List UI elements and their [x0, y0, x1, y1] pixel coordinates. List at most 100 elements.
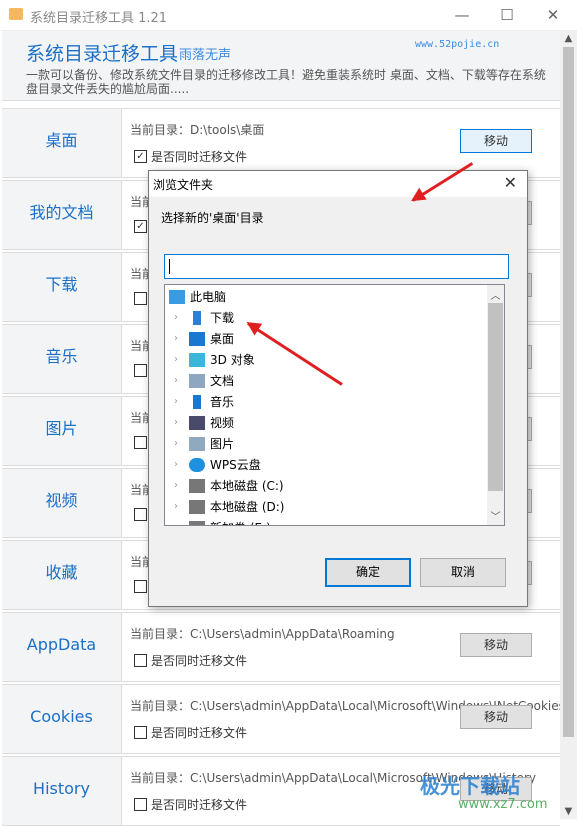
description: 一款可以备份、修改系统文件目录的迁移修改工具！避免重装系统时 桌面、文档、下载等… [26, 68, 546, 96]
document-icon [189, 373, 205, 388]
music-icon [193, 394, 201, 409]
title-bar: 系统目录迁移工具 1.21 — ☐ ✕ [0, 0, 577, 31]
browse-folder-dialog: 浏览文件夹 ✕ 选择新的'桌面'目录 ︿ ﹀ 此电脑 › 下载 › 桌面 › 3D 对象 › 文… [148, 170, 528, 607]
checkbox-box[interactable] [134, 292, 147, 305]
migrate-files-checkbox[interactable]: ✓ 是否同时迁移文件 [134, 148, 247, 165]
app-heading: 系统目录迁移工具 [26, 43, 179, 65]
tree-item-label: 本地磁盘 (C:) [210, 479, 284, 493]
checkbox-box[interactable] [134, 508, 147, 521]
expand-chevron-icon[interactable]: › [169, 312, 183, 323]
expand-chevron-icon[interactable]: › [169, 333, 183, 344]
row-label: 桌面 [2, 109, 122, 177]
tree-item[interactable]: › WPS云盘 [169, 454, 261, 475]
tree-item[interactable]: › 音乐 [169, 391, 234, 412]
video-icon [189, 415, 205, 430]
tree-scroll-up-icon[interactable]: ︿ [487, 287, 504, 302]
checkbox-box[interactable]: ✓ [134, 150, 147, 163]
download-icon [193, 310, 201, 325]
row-label: 下载 [2, 253, 122, 321]
tree-item[interactable]: 此电脑 [169, 286, 226, 307]
expand-chevron-icon[interactable]: › [169, 417, 183, 428]
expand-chevron-icon[interactable]: › [169, 480, 183, 491]
expand-chevron-icon[interactable]: › [169, 438, 183, 449]
tree-item-label: 桌面 [210, 332, 235, 346]
tree-item-label: 此电脑 [190, 290, 227, 304]
tree-item-label: 视频 [210, 416, 235, 430]
close-button[interactable]: ✕ [540, 4, 566, 26]
tree-item[interactable]: › 桌面 [169, 328, 234, 349]
scroll-down-icon[interactable]: ▼ [560, 806, 577, 817]
expand-chevron-icon[interactable]: › [169, 375, 183, 386]
tree-item[interactable]: › 视频 [169, 412, 234, 433]
migrate-files-checkbox[interactable]: 是否同时迁移文件 [134, 796, 247, 813]
site-link[interactable]: www.52pojie.cn [415, 39, 499, 50]
tree-item[interactable]: › 本地磁盘 (C:) [169, 475, 284, 496]
author: 雨落无声 [179, 48, 232, 63]
text-caret [169, 259, 170, 274]
tree-item[interactable]: › 下载 [169, 307, 234, 328]
tree-item[interactable]: › 新加卷 (E:) [169, 517, 271, 525]
scroll-thumb[interactable] [563, 47, 574, 737]
migrate-files-checkbox[interactable]: 是否同时迁移文件 [134, 724, 247, 741]
move-button[interactable]: 移动 [460, 633, 532, 657]
checkbox-box[interactable] [134, 364, 147, 377]
window-title: 系统目录迁移工具 1.21 [30, 11, 168, 26]
current-directory: 当前目录：D:\tools\桌面 [130, 123, 265, 137]
dialog-title: 浏览文件夹 [153, 178, 214, 192]
ok-button[interactable]: 确定 [325, 558, 411, 587]
checkbox-label: 是否同时迁移文件 [151, 150, 248, 164]
computer-icon [169, 289, 185, 304]
maximize-button[interactable]: ☐ [494, 4, 520, 26]
dialog-prompt: 选择新的'桌面'目录 [161, 211, 264, 225]
tree-item-label: 新加卷 (E:) [210, 519, 271, 525]
row-label: History [2, 757, 122, 825]
migrate-files-checkbox[interactable]: 是否同时迁移文件 [134, 652, 247, 669]
checkbox-box[interactable] [134, 798, 147, 811]
row-label: 音乐 [2, 325, 122, 393]
folder-path-input[interactable] [164, 254, 509, 279]
tree-item-label: 文档 [210, 374, 235, 388]
expand-chevron-icon[interactable]: › [169, 501, 183, 512]
folder-tree[interactable]: ︿ ﹀ 此电脑 › 下载 › 桌面 › 3D 对象 › 文档 › 音乐 › 视频 › 图片 › WPS云盘 › 本地… [164, 284, 505, 526]
picture-icon [189, 436, 205, 451]
checkbox-box[interactable] [134, 580, 147, 593]
tree-item[interactable]: › 3D 对象 [169, 349, 255, 370]
main-scrollbar[interactable]: ▲ ▼ [560, 31, 577, 819]
tree-item-label: 3D 对象 [210, 353, 255, 367]
cancel-button[interactable]: 取消 [420, 558, 506, 587]
minimize-button[interactable]: — [449, 4, 475, 26]
row-label: Cookies [2, 685, 122, 753]
watermark-site: www.xz7.com [458, 797, 548, 812]
row-label: 视频 [2, 469, 122, 537]
checkbox-box[interactable]: ✓ [134, 220, 147, 233]
expand-chevron-icon[interactable]: › [169, 396, 183, 407]
checkbox-box[interactable] [134, 726, 147, 739]
move-button[interactable]: 移动 [460, 129, 532, 153]
directory-row: 桌面 当前目录：D:\tools\桌面 ✓ 是否同时迁移文件 移动 [2, 108, 560, 178]
tree-item-label: 音乐 [210, 395, 235, 409]
row-label: 收藏 [2, 541, 122, 609]
dialog-close-button[interactable]: ✕ [504, 173, 517, 192]
tree-scroll-thumb[interactable] [488, 303, 503, 491]
move-button[interactable]: 移动 [460, 705, 532, 729]
checkbox-label: 是否同时迁移文件 [151, 726, 248, 740]
tree-item-label: 下载 [210, 311, 235, 325]
header: 系统目录迁移工具 雨落无声 www.52pojie.cn 一款可以备份、修改系统… [2, 31, 560, 101]
cube-icon [189, 352, 205, 367]
expand-chevron-icon[interactable]: › [169, 459, 183, 470]
tree-scroll-down-icon[interactable]: ﹀ [487, 508, 504, 523]
tree-item[interactable]: › 图片 [169, 433, 234, 454]
tree-item[interactable]: › 本地磁盘 (D:) [169, 496, 284, 517]
directory-row: Cookies 当前目录：C:\Users\admin\AppData\Loca… [2, 684, 565, 754]
checkbox-box[interactable] [134, 436, 147, 449]
checkbox-label: 是否同时迁移文件 [151, 654, 248, 668]
checkbox-label: 是否同时迁移文件 [151, 798, 248, 812]
tree-item[interactable]: › 文档 [169, 370, 234, 391]
tree-scrollbar[interactable]: ︿ ﹀ [487, 285, 504, 525]
expand-chevron-icon[interactable]: › [169, 522, 183, 525]
checkbox-box[interactable] [134, 654, 147, 667]
folder-icon [9, 8, 23, 20]
tree-item-label: WPS云盘 [210, 458, 261, 472]
expand-chevron-icon[interactable]: › [169, 354, 183, 365]
scroll-up-icon[interactable]: ▲ [560, 33, 577, 44]
